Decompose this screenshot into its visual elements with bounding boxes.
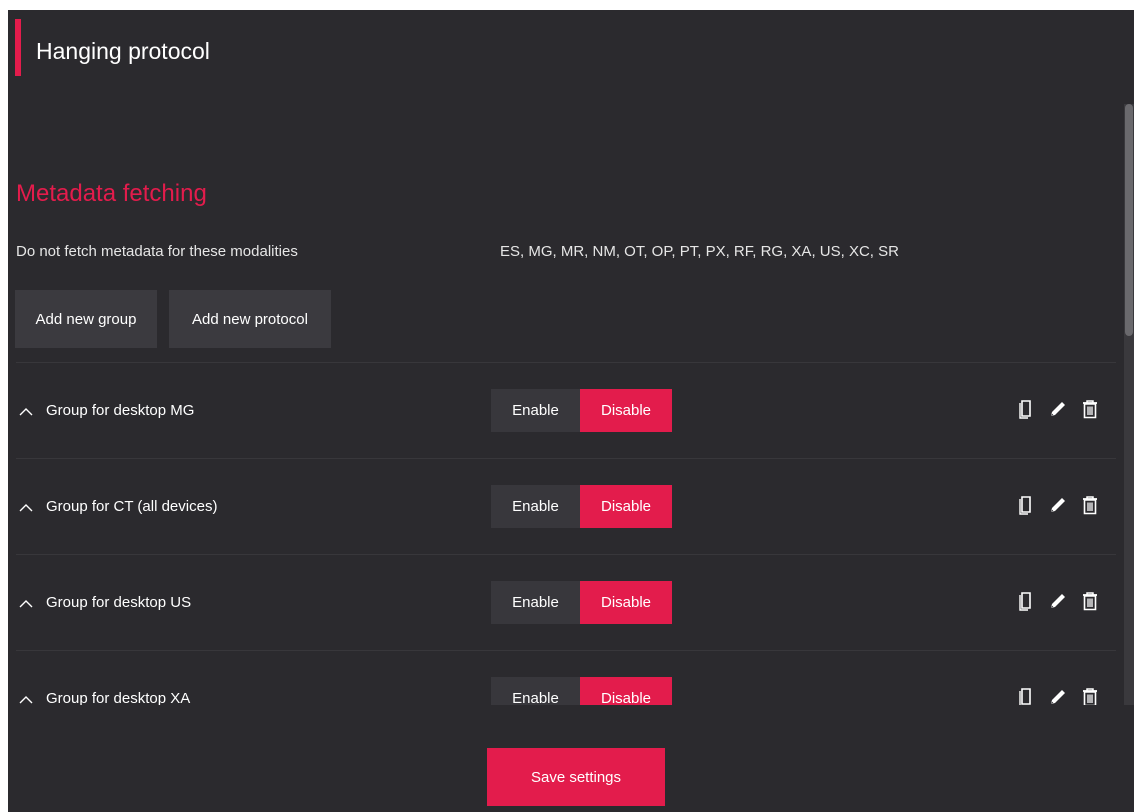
enable-button[interactable]: Enable — [491, 581, 580, 624]
modalities-label: Do not fetch metadata for these modaliti… — [16, 243, 298, 260]
group-name[interactable]: Group for desktop MG — [46, 401, 194, 421]
enable-disable-toggle: Enable Disable — [491, 389, 672, 432]
trash-icon[interactable] — [1080, 590, 1100, 612]
section-title-metadata: Metadata fetching — [16, 180, 207, 207]
copy-icon[interactable] — [1016, 494, 1036, 516]
pencil-icon[interactable] — [1048, 686, 1068, 705]
settings-panel: Hanging protocol Metadata fetching Do no… — [8, 10, 1134, 812]
row-actions — [1016, 685, 1100, 705]
trash-icon[interactable] — [1080, 686, 1100, 705]
trash-icon[interactable] — [1080, 494, 1100, 516]
chevron-up-icon[interactable] — [18, 693, 34, 705]
group-row: Group for desktop XA Enable Disable — [8, 651, 1124, 705]
group-row: Group for desktop MG Enable Disable — [8, 363, 1124, 459]
enable-disable-toggle: Enable Disable — [491, 677, 672, 705]
disable-button[interactable]: Disable — [580, 581, 672, 624]
pencil-icon[interactable] — [1048, 398, 1068, 420]
save-settings-button[interactable]: Save settings — [487, 748, 665, 806]
enable-disable-toggle: Enable Disable — [491, 485, 672, 528]
group-name[interactable]: Group for CT (all devices) — [46, 497, 217, 517]
chevron-up-icon[interactable] — [18, 405, 34, 417]
enable-disable-toggle: Enable Disable — [491, 581, 672, 624]
group-row: Group for CT (all devices) Enable Disabl… — [8, 459, 1124, 555]
row-actions — [1016, 589, 1100, 613]
pencil-icon[interactable] — [1048, 590, 1068, 612]
trash-icon[interactable] — [1080, 398, 1100, 420]
panel-header: Hanging protocol — [8, 10, 1134, 90]
copy-icon[interactable] — [1016, 590, 1036, 612]
settings-scroll-area[interactable]: Metadata fetching Do not fetch metadata … — [8, 90, 1134, 705]
copy-icon[interactable] — [1016, 398, 1036, 420]
pencil-icon[interactable] — [1048, 494, 1068, 516]
add-new-protocol-button[interactable]: Add new protocol — [169, 290, 331, 348]
modalities-value[interactable]: ES, MG, MR, NM, OT, OP, PT, PX, RF, RG, … — [500, 242, 899, 262]
chevron-up-icon[interactable] — [18, 597, 34, 609]
copy-icon[interactable] — [1016, 686, 1036, 705]
group-name[interactable]: Group for desktop XA — [46, 689, 190, 705]
disable-button[interactable]: Disable — [580, 389, 672, 432]
enable-button[interactable]: Enable — [491, 677, 580, 705]
disable-button[interactable]: Disable — [580, 677, 672, 705]
enable-button[interactable]: Enable — [491, 485, 580, 528]
enable-button[interactable]: Enable — [491, 389, 580, 432]
scrollbar-thumb[interactable] — [1125, 104, 1133, 336]
add-new-group-button[interactable]: Add new group — [15, 290, 157, 348]
row-actions — [1016, 397, 1100, 421]
page-title: Hanging protocol — [36, 38, 210, 64]
row-actions — [1016, 493, 1100, 517]
disable-button[interactable]: Disable — [580, 485, 672, 528]
group-row: Group for desktop US Enable Disable — [8, 555, 1124, 651]
chevron-up-icon[interactable] — [18, 501, 34, 513]
header-accent-bar — [15, 19, 21, 76]
group-name[interactable]: Group for desktop US — [46, 593, 191, 613]
